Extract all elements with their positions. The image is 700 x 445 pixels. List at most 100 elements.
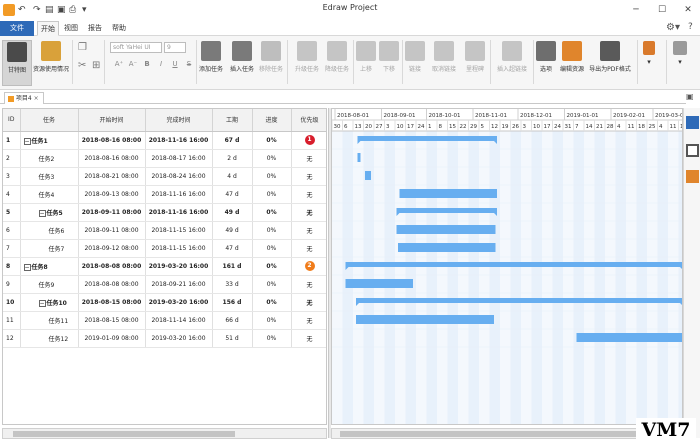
cell-progress[interactable]: 0%: [252, 185, 292, 204]
column-header-id[interactable]: ID: [3, 109, 21, 132]
table-row[interactable]: 8− 任务8 2018-08-08 08:00 2019-03-20 16:00 161…: [3, 257, 326, 276]
cell-end-time[interactable]: 2019-03-20 16:00: [145, 293, 213, 312]
cell-duration[interactable]: 51 d: [212, 329, 253, 348]
move-down-button[interactable]: 下移: [379, 40, 399, 86]
cell-progress[interactable]: 0%: [252, 329, 292, 348]
maximize-button[interactable]: ☐: [651, 2, 673, 18]
cell-progress[interactable]: 0%: [252, 293, 292, 312]
tab-home[interactable]: 开始: [37, 21, 59, 36]
grid-scroll-thumb[interactable]: [13, 431, 235, 437]
cell-task-name[interactable]: 任务7: [20, 239, 79, 258]
font-shrink-button[interactable]: A⁻: [128, 60, 138, 68]
strike-button[interactable]: S: [184, 60, 194, 68]
cell-task-name[interactable]: − 任务5: [20, 203, 79, 222]
remove-task-button[interactable]: 移除任务: [258, 40, 284, 86]
cut-icon[interactable]: ✂: [78, 60, 86, 71]
cell-priority[interactable]: 无: [291, 167, 326, 186]
collapse-toggle-icon[interactable]: −: [38, 299, 46, 307]
briefcase-icon[interactable]: [686, 144, 699, 157]
link-button[interactable]: 链接: [404, 40, 426, 86]
cell-duration[interactable]: 49 d: [212, 221, 253, 240]
cell-task-name[interactable]: 任务11: [20, 311, 79, 330]
cell-task-name[interactable]: − 任务10: [20, 293, 79, 312]
column-header-duration[interactable]: 工期: [212, 109, 253, 132]
settings-gear-icon[interactable]: ⚙▾: [666, 22, 680, 33]
cell-end-time[interactable]: 2018-11-15 16:00: [145, 239, 213, 258]
close-tab-icon[interactable]: ×: [34, 95, 39, 102]
cell-progress[interactable]: 0%: [252, 131, 292, 150]
unlink-button[interactable]: 取消链接: [428, 40, 460, 86]
cell-task-name[interactable]: 任务6: [20, 221, 79, 240]
cell-start-time[interactable]: 2018-08-08 08:00: [78, 275, 146, 294]
italic-button[interactable]: I: [156, 60, 166, 68]
cell-duration[interactable]: 66 d: [212, 311, 253, 330]
cell-end-time[interactable]: 2018-11-15 16:00: [145, 221, 213, 240]
cell-duration[interactable]: 67 d: [212, 131, 253, 150]
column-header-end[interactable]: 完成时间: [145, 109, 213, 132]
gantt-horizontal-scrollbar[interactable]: [331, 428, 683, 439]
table-row[interactable]: 3 任务3 2018-08-21 08:00 2018-08-24 16:00 4 d0…: [3, 167, 326, 186]
cell-start-time[interactable]: 2018-09-11 08:00: [78, 221, 146, 240]
cell-end-time[interactable]: 2019-03-20 16:00: [145, 329, 213, 348]
cell-duration[interactable]: 2 d: [212, 149, 253, 168]
minimize-button[interactable]: ─: [625, 2, 647, 18]
table-row[interactable]: 1− 任务1 2018-08-16 08:00 2018-11-16 16:00 67 …: [3, 131, 326, 150]
column-header-task[interactable]: 任务: [20, 109, 79, 132]
cell-duration[interactable]: 47 d: [212, 239, 253, 258]
cell-progress[interactable]: 0%: [252, 257, 292, 276]
cell-priority[interactable]: 无: [291, 149, 326, 168]
help-icon[interactable]: ?: [688, 22, 693, 32]
resource-panel-icon[interactable]: [686, 170, 699, 183]
insert-task-button[interactable]: 插入任务: [226, 40, 258, 86]
table-row[interactable]: 11 任务11 2018-08-15 08:00 2018-11-14 16:00 66…: [3, 311, 326, 330]
grid-horizontal-scrollbar[interactable]: [2, 428, 327, 439]
cell-start-time[interactable]: 2018-09-11 08:00: [78, 203, 146, 222]
resource-usage-button[interactable]: 资源使用情况: [31, 40, 71, 86]
cell-task-name[interactable]: 任务3: [20, 167, 79, 186]
table-row[interactable]: 5− 任务5 2018-09-11 08:00 2018-11-16 16:00 49 …: [3, 203, 326, 222]
cell-start-time[interactable]: 2018-08-21 08:00: [78, 167, 146, 186]
cell-end-time[interactable]: 2018-08-17 16:00: [145, 149, 213, 168]
move-up-button[interactable]: 上移: [356, 40, 376, 86]
cell-task-name[interactable]: 任务2: [20, 149, 79, 168]
cell-duration[interactable]: 49 d: [212, 203, 253, 222]
downgrade-task-button[interactable]: 降级任务: [322, 40, 352, 86]
cell-priority[interactable]: 无: [291, 185, 326, 204]
cell-start-time[interactable]: 2018-09-13 08:00: [78, 185, 146, 204]
cell-priority[interactable]: 无: [291, 203, 326, 222]
upgrade-task-button[interactable]: 升级任务: [290, 40, 324, 86]
add-task-button[interactable]: 添加任务: [198, 40, 224, 86]
cell-start-time[interactable]: 2018-08-16 08:00: [78, 131, 146, 150]
cell-progress[interactable]: 0%: [252, 221, 292, 240]
insert-image-button[interactable]: ▾: [669, 40, 691, 86]
cell-task-name[interactable]: 任务9: [20, 275, 79, 294]
font-grow-button[interactable]: A⁺: [114, 60, 124, 68]
column-header-start[interactable]: 开始时间: [78, 109, 146, 132]
cell-duration[interactable]: 4 d: [212, 167, 253, 186]
table-row[interactable]: 9 任务9 2018-08-08 08:00 2018-09-21 16:00 33 d…: [3, 275, 326, 294]
gantt-scroll-thumb[interactable]: [340, 431, 660, 437]
table-row[interactable]: 2 任务2 2018-08-16 08:00 2018-08-17 16:00 2 d0…: [3, 149, 326, 168]
column-header-priority[interactable]: 优先级: [291, 109, 326, 132]
page-setup-button[interactable]: ▾: [640, 40, 658, 86]
export-pdf-button[interactable]: 导出为PDF格式: [587, 40, 633, 86]
cell-progress[interactable]: 0%: [252, 167, 292, 186]
cell-end-time[interactable]: 2018-08-24 16:00: [145, 167, 213, 186]
format-painter-icon[interactable]: ⊞: [92, 60, 100, 71]
cell-task-name[interactable]: − 任务8: [20, 257, 79, 276]
cell-progress[interactable]: 0%: [252, 275, 292, 294]
bold-button[interactable]: B: [142, 60, 152, 68]
table-row[interactable]: 7 任务7 2018-09-12 08:00 2018-11-15 16:00 47 d…: [3, 239, 326, 258]
cell-task-name[interactable]: 任务4: [20, 185, 79, 204]
task-list-icon[interactable]: [686, 116, 699, 129]
column-header-progress[interactable]: 进度: [252, 109, 292, 132]
cell-priority[interactable]: 无: [291, 329, 326, 348]
cell-progress[interactable]: 0%: [252, 239, 292, 258]
table-row[interactable]: 12 任务12 2019-01-09 08:00 2019-03-20 16:00 51…: [3, 329, 326, 348]
cell-duration[interactable]: 161 d: [212, 257, 253, 276]
cell-end-time[interactable]: 2018-11-16 16:00: [145, 185, 213, 204]
cell-start-time[interactable]: 2018-08-08 08:00: [78, 257, 146, 276]
cell-progress[interactable]: 0%: [252, 149, 292, 168]
cell-priority[interactable]: 2: [291, 257, 326, 276]
copy-icon[interactable]: ❐: [78, 42, 87, 53]
